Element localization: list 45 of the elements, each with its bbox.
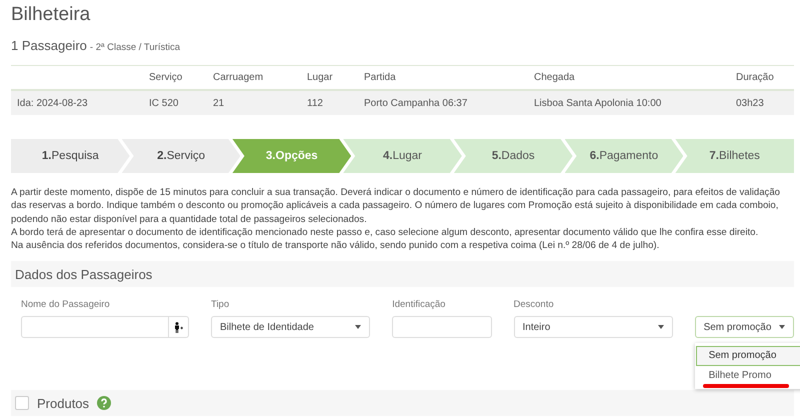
table-cell: 112 [307, 98, 323, 108]
field-label: Identificação [392, 299, 446, 310]
table-cell: Ida: 2024-08-23 [17, 98, 88, 108]
step-tab[interactable]: 7.Bilhetes [675, 139, 794, 173]
dropdown-option[interactable]: Sem promoção [696, 346, 800, 366]
column-header: Chegada [534, 72, 575, 83]
notice-paragraph: A partir deste momento, dispõe de 15 minutos para concluir a sua transação. Deverá indicar o documento e número de identificação para cada passageiro, para efeitos de validação das reservas a bordo. Indique também o desconto ou promoção aplicáveis a cada passageiro. O número de lugares com Promoção está sujeito à disponibilidade em cada comboio, podendo não estar disponível para a quantidade total de passageiros selecionados. [11, 186, 782, 226]
page-title: Bilheteira [11, 4, 92, 27]
products-label: Produtos [37, 396, 90, 411]
person-add-icon [173, 322, 184, 333]
notice-paragraph: A bordo terá de apresentar o documento de identificação mencionado neste passo e, caso selecione algum desconto, apresentar documento válido que lhe confira esse direito. [11, 226, 760, 240]
checkbox[interactable] [15, 396, 29, 410]
id-field[interactable] [392, 316, 492, 338]
caret-icon [355, 325, 362, 330]
caret-icon [658, 325, 664, 330]
select-field[interactable]: Sem promoção [694, 316, 794, 338]
caret-icon [779, 325, 785, 330]
step-tab[interactable]: 5.Dados [454, 139, 573, 173]
column-header: Serviço [149, 72, 182, 83]
dropdown-option[interactable]: Bilhete Promo [696, 366, 800, 386]
column-header: Duração [736, 72, 774, 83]
table-cell: 21 [213, 98, 224, 108]
passenger-count: 1 Passageiro [11, 38, 87, 53]
step-tab[interactable]: 4.Lugar [343, 139, 462, 173]
step-tab[interactable]: 1.Pesquisa [11, 139, 130, 173]
column-header: Carruagem [213, 72, 264, 83]
select-field[interactable]: Bilhete de Identidade [211, 316, 370, 338]
table-cell: Lisboa Santa Apolonia 10:00 [534, 98, 662, 108]
field-label: Nome do Passageiro [21, 299, 110, 310]
table-cell: IC 520 [149, 98, 178, 108]
step-tab[interactable]: 2.Serviço [122, 139, 240, 173]
select-field[interactable]: Inteiro [514, 316, 673, 338]
section-title: Dados dos Passageiros [15, 266, 152, 282]
name-field[interactable] [21, 316, 169, 338]
help-icon[interactable] [97, 396, 112, 410]
step-tab[interactable]: 6.Pagamento [564, 139, 684, 173]
add-passenger-button[interactable] [169, 316, 189, 338]
field-label: Desconto [514, 299, 554, 310]
notice-paragraph: Na ausência dos referidos documentos, considera-se o título de transporte não válido, sendo punido com a respetiva coima (Lei n.º 28/06 de 4 de julho). [11, 239, 660, 252]
table-cell: 03h23 [736, 98, 764, 108]
column-header: Lugar [307, 72, 333, 83]
column-header: Partida [364, 72, 396, 83]
table-cell: Porto Campanha 06:37 [364, 98, 468, 108]
class-label: - 2ª Classe / Turística [90, 42, 180, 53]
field-label: Tipo [211, 299, 230, 310]
